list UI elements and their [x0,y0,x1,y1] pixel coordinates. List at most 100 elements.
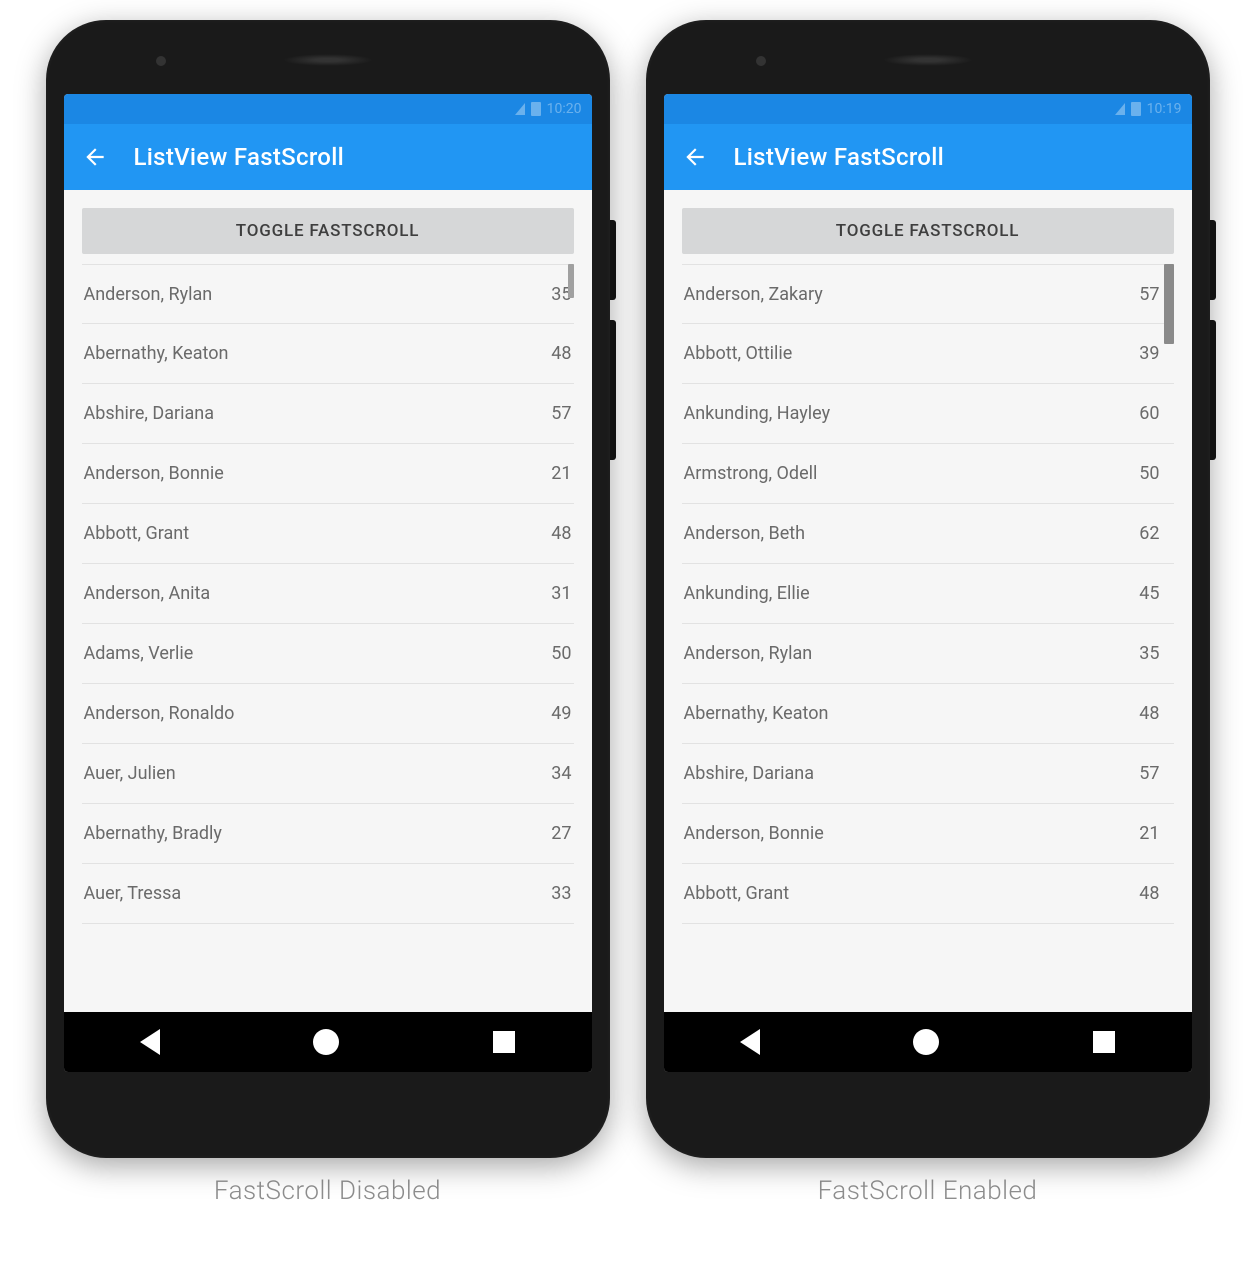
content-area: TOGGLE FASTSCROLL Anderson, Zakary 57 Ab… [664,190,1192,1012]
battery-icon [531,102,541,116]
list-item[interactable]: Abernathy, Keaton 48 [82,324,574,384]
list-item[interactable]: Auer, Julien 34 [82,744,574,804]
nav-back-icon[interactable] [140,1029,160,1055]
nav-recent-icon[interactable] [1093,1031,1115,1053]
list-item[interactable]: Abernathy, Bradly 27 [82,804,574,864]
nav-back-icon[interactable] [740,1029,760,1055]
item-value: 49 [551,703,571,724]
item-value: 62 [1139,523,1159,544]
battery-icon [1131,102,1141,116]
toggle-fastscroll-label: TOGGLE FASTSCROLL [236,221,419,241]
list-item[interactable]: Anderson, Bonnie 21 [82,444,574,504]
item-name: Abbott, Ottilie [684,343,793,364]
item-name: Ankunding, Hayley [684,403,831,424]
status-time: 10:20 [547,101,582,117]
toggle-fastscroll-button[interactable]: TOGGLE FASTSCROLL [82,208,574,254]
list-item[interactable]: Anderson, Bonnie 21 [682,804,1174,864]
item-value: 27 [551,823,571,844]
list-item[interactable]: Ankunding, Hayley 60 [682,384,1174,444]
app-title: ListView FastScroll [734,143,945,171]
item-value: 50 [1139,463,1159,484]
item-name: Anderson, Zakary [684,284,823,305]
list-view[interactable]: Anderson, Rylan 35 Abernathy, Keaton 48 … [82,264,574,1012]
item-name: Anderson, Rylan [684,643,813,664]
phone-frame: 10:20 ListView FastScroll TOGGLE FASTSCR… [46,20,610,1158]
navigation-bar [64,1012,592,1072]
item-value: 48 [1139,703,1159,724]
status-bar: 10:20 [64,94,592,124]
power-button [610,220,616,300]
back-arrow-icon[interactable] [82,144,108,170]
list-item[interactable]: Abernathy, Keaton 48 [682,684,1174,744]
navigation-bar [664,1012,1192,1072]
device-left: 10:20 ListView FastScroll TOGGLE FASTSCR… [46,20,610,1206]
signal-icon [1115,103,1125,115]
item-value: 34 [551,763,571,784]
item-name: Abbott, Grant [684,883,790,904]
item-value: 48 [551,343,571,364]
phone-frame: 10:19 ListView FastScroll TOGGLE FASTSCR… [646,20,1210,1158]
item-name: Anderson, Ronaldo [84,703,235,724]
status-time: 10:19 [1147,101,1182,117]
item-value: 33 [551,883,571,904]
caption: FastScroll Enabled [818,1176,1038,1206]
item-value: 39 [1139,343,1159,364]
list-item[interactable]: Anderson, Zakary 57 [682,264,1174,324]
volume-button [1210,320,1216,460]
list-item[interactable]: Anderson, Beth 62 [682,504,1174,564]
item-name: Anderson, Beth [684,523,806,544]
nav-home-icon[interactable] [313,1029,339,1055]
list-view[interactable]: Anderson, Zakary 57 Abbott, Ottilie 39 A… [682,264,1174,1012]
item-name: Ankunding, Ellie [684,583,810,604]
list-inner: Anderson, Zakary 57 Abbott, Ottilie 39 A… [682,264,1174,924]
list-item[interactable]: Abbott, Ottilie 39 [682,324,1174,384]
fastscroll-thumb[interactable] [1164,264,1174,344]
power-button [1210,220,1216,300]
item-name: Auer, Tressa [84,883,182,904]
app-bar: ListView FastScroll [64,124,592,190]
list-inner: Anderson, Rylan 35 Abernathy, Keaton 48 … [82,264,574,924]
item-value: 60 [1139,403,1159,424]
list-item[interactable]: Abshire, Dariana 57 [82,384,574,444]
screen: 10:19 ListView FastScroll TOGGLE FASTSCR… [664,94,1192,1072]
item-name: Abshire, Dariana [84,403,215,424]
list-item[interactable]: Anderson, Rylan 35 [682,624,1174,684]
item-value: 45 [1139,583,1159,604]
item-name: Abernathy, Bradly [84,823,222,844]
fastscroll-track[interactable] [1164,264,1174,1012]
list-item[interactable]: Armstrong, Odell 50 [682,444,1174,504]
item-value: 50 [551,643,571,664]
list-item[interactable]: Abshire, Dariana 57 [682,744,1174,804]
item-value: 48 [551,523,571,544]
item-value: 35 [1139,643,1159,664]
item-name: Abernathy, Keaton [684,703,829,724]
item-name: Auer, Julien [84,763,176,784]
list-item[interactable]: Abbott, Grant 48 [82,504,574,564]
item-value: 57 [1139,763,1159,784]
item-value: 31 [551,583,571,604]
screen: 10:20 ListView FastScroll TOGGLE FASTSCR… [64,94,592,1072]
nav-home-icon[interactable] [913,1029,939,1055]
item-name: Anderson, Bonnie [684,823,824,844]
status-bar: 10:19 [664,94,1192,124]
nav-recent-icon[interactable] [493,1031,515,1053]
list-item[interactable]: Abbott, Grant 48 [682,864,1174,924]
item-value: 21 [1139,823,1159,844]
item-name: Abshire, Dariana [684,763,815,784]
list-item[interactable]: Ankunding, Ellie 45 [682,564,1174,624]
list-item[interactable]: Auer, Tressa 33 [82,864,574,924]
list-item[interactable]: Anderson, Rylan 35 [82,264,574,324]
scrollbar-thumb[interactable] [568,264,574,298]
list-item[interactable]: Adams, Verlie 50 [82,624,574,684]
app-bar: ListView FastScroll [664,124,1192,190]
list-item[interactable]: Anderson, Anita 31 [82,564,574,624]
list-item[interactable]: Anderson, Ronaldo 49 [82,684,574,744]
item-name: Adams, Verlie [84,643,194,664]
item-name: Abernathy, Keaton [84,343,229,364]
back-arrow-icon[interactable] [682,144,708,170]
item-value: 21 [551,463,571,484]
signal-icon [515,103,525,115]
volume-button [610,320,616,460]
app-title: ListView FastScroll [134,143,345,171]
toggle-fastscroll-button[interactable]: TOGGLE FASTSCROLL [682,208,1174,254]
